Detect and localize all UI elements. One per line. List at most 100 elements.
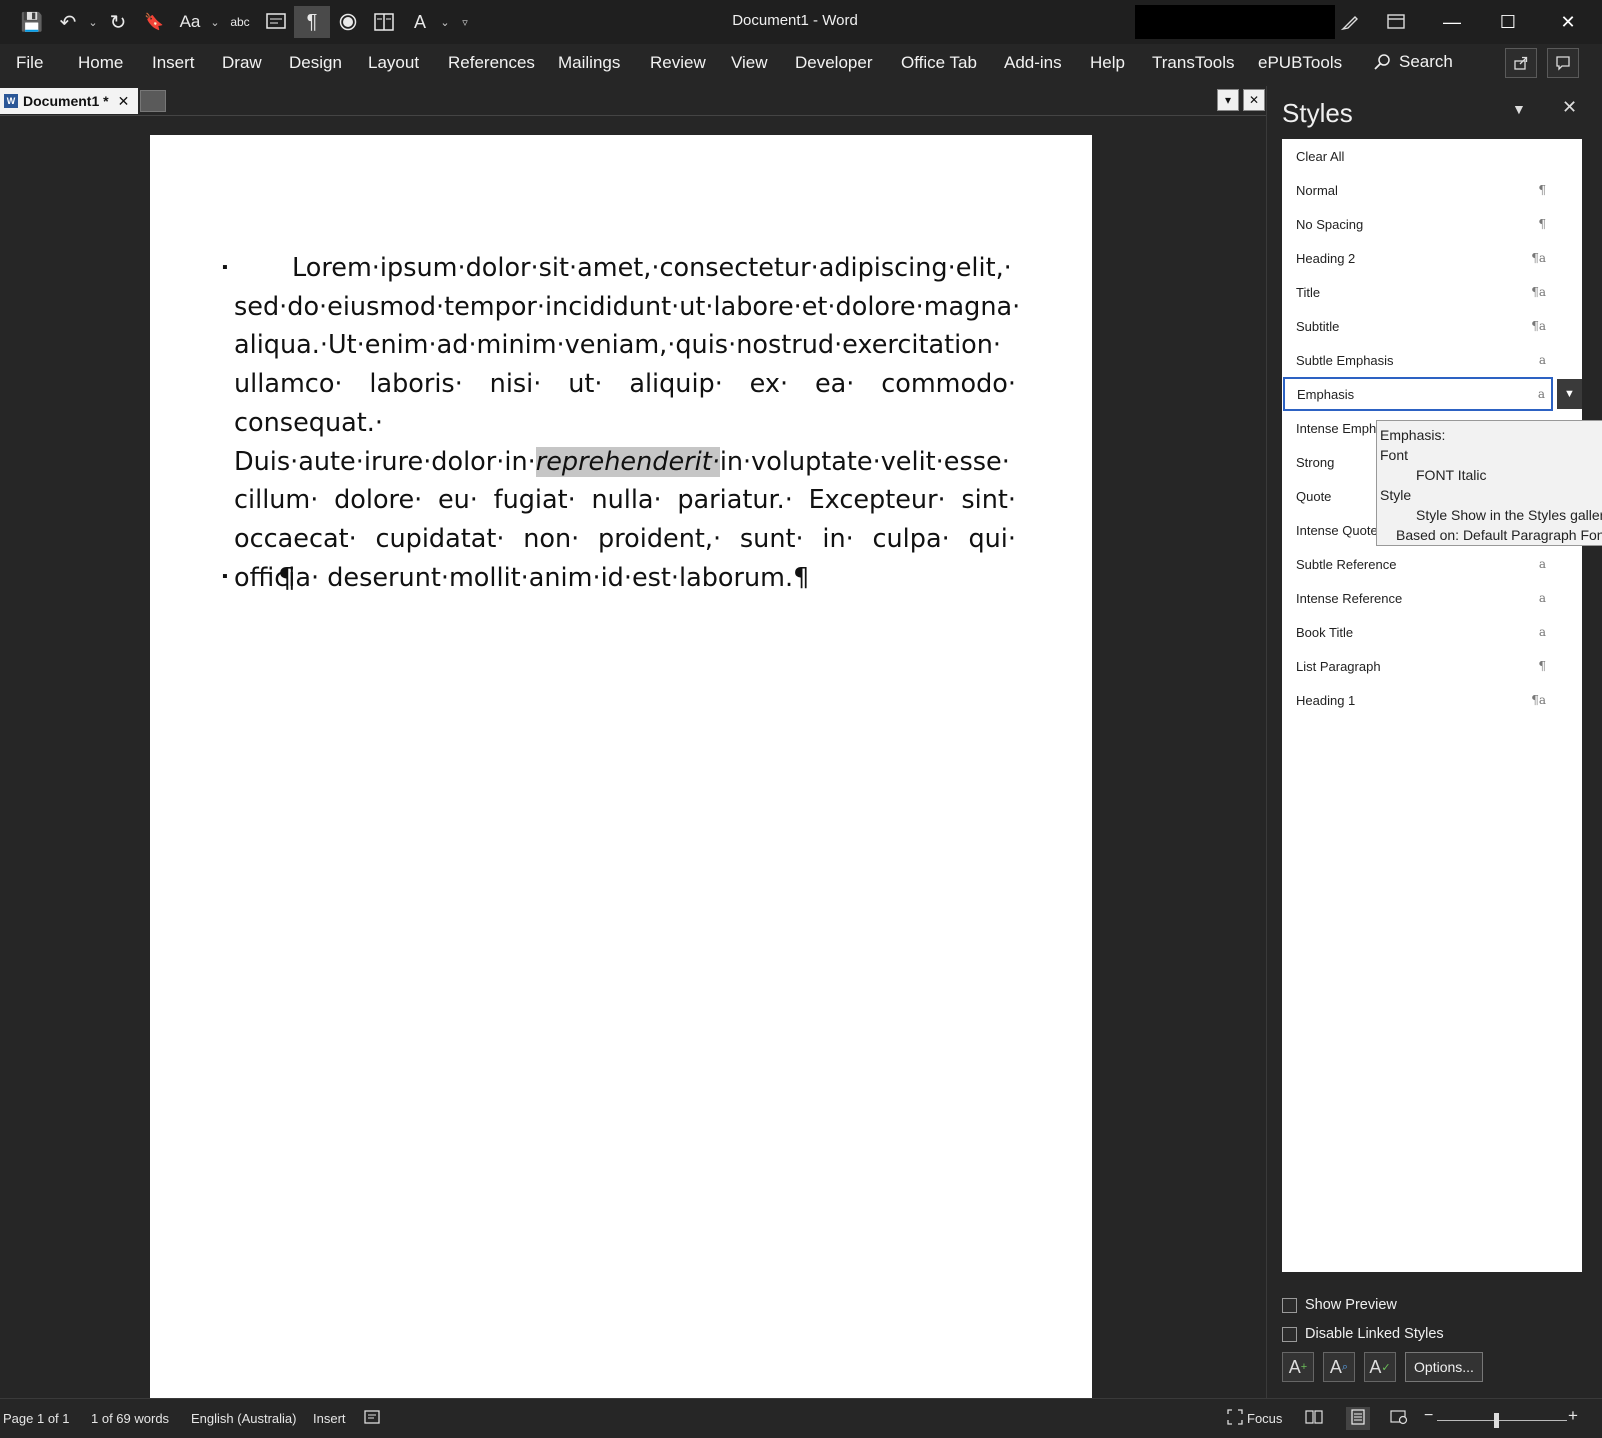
redo-icon[interactable]: ↻ <box>100 6 136 38</box>
spelling-icon[interactable]: abc <box>222 6 258 38</box>
body-paragraph[interactable]: Lorem·ipsum·dolor·sit·amet,·consectetur·… <box>234 249 1020 597</box>
show-formatting-marks-icon[interactable]: ¶ <box>294 6 330 38</box>
style-item-list-paragraph[interactable]: List Paragraph ¶ <box>1282 649 1582 683</box>
zoom-out-icon[interactable]: − <box>1424 1407 1433 1425</box>
tab-file[interactable]: File <box>16 53 43 73</box>
macro-recording-icon[interactable] <box>364 1409 380 1428</box>
checkbox-box[interactable] <box>1282 1297 1297 1313</box>
tab-review[interactable]: Review <box>650 53 706 73</box>
pane-options-dropdown-icon[interactable]: ▼ <box>1512 101 1526 117</box>
style-item-book-title[interactable]: Book Title a <box>1282 615 1582 649</box>
tab-references[interactable]: References <box>448 53 535 73</box>
change-case-button[interactable]: Aa <box>172 6 208 38</box>
insert-mode-indicator[interactable]: Insert <box>313 1411 346 1426</box>
document-tab-label: Document1 * <box>23 93 109 109</box>
tab-list-dropdown-icon[interactable]: ▾ <box>1217 89 1239 111</box>
tab-layout[interactable]: Layout <box>368 53 419 73</box>
tab-document1[interactable]: W Document1 * ✕ <box>0 88 138 114</box>
bookmark-icon[interactable]: 🔖 <box>136 6 172 38</box>
word-count[interactable]: 1 of 69 words <box>91 1411 169 1426</box>
share-icon[interactable] <box>1505 48 1537 78</box>
style-inspector-icon[interactable]: A ⌕ <box>1323 1352 1355 1382</box>
change-case-dropdown-icon[interactable]: ⌄ <box>208 6 222 38</box>
style-item-heading-2[interactable]: Heading 2 ¶a <box>1282 241 1582 275</box>
tab-design[interactable]: Design <box>289 53 342 73</box>
paragraph-mark-bullet: ▪ <box>222 259 228 276</box>
undo-dropdown-icon[interactable]: ⌄ <box>86 6 100 38</box>
style-item-title[interactable]: Title ¶a <box>1282 275 1582 309</box>
style-item-intense-reference[interactable]: Intense Reference a <box>1282 581 1582 615</box>
window-title: Document1 - Word <box>732 12 858 29</box>
style-item-heading-1[interactable]: Heading 1 ¶a <box>1282 683 1582 717</box>
document-tab-strip: W Document1 * ✕ ▾ ✕ <box>0 86 1266 116</box>
zoom-slider-track[interactable] <box>1437 1420 1567 1421</box>
text-effects-dropdown-icon[interactable]: ⌄ <box>438 6 452 38</box>
search-box[interactable]: Search <box>1373 52 1453 72</box>
tab-home[interactable]: Home <box>78 53 123 73</box>
character-style-icon: a <box>1538 557 1546 571</box>
style-item-subtle-reference[interactable]: Subtle Reference a <box>1282 547 1582 581</box>
style-item-clear-all[interactable]: Clear All <box>1282 139 1582 173</box>
zoom-slider-thumb[interactable] <box>1494 1413 1499 1428</box>
web-layout-icon[interactable] <box>1390 1409 1408 1428</box>
columns-icon[interactable] <box>366 6 402 38</box>
tab-epubtools[interactable]: ePUBTools <box>1258 53 1342 73</box>
tooltip-style-name: Emphasis: <box>1380 427 1446 443</box>
linked-style-icon: ¶a <box>1531 693 1546 707</box>
tab-office-tab[interactable]: Office Tab <box>901 53 977 73</box>
new-tab-button[interactable] <box>140 90 166 112</box>
save-icon[interactable]: 💾 <box>14 6 50 38</box>
selected-text[interactable]: reprehenderit· <box>535 446 720 477</box>
focus-icon[interactable] <box>1227 1409 1243 1428</box>
style-label: Intense Quote <box>1296 522 1378 538</box>
language-indicator[interactable]: English (Australia) <box>191 1411 297 1426</box>
zoom-in-icon[interactable]: + <box>1568 1406 1578 1426</box>
checkbox-box[interactable] <box>1282 1326 1297 1342</box>
style-item-subtle-emphasis[interactable]: Subtle Emphasis a <box>1282 343 1582 377</box>
paragraph-style-icon: ¶ <box>1538 217 1546 231</box>
new-style-icon[interactable]: A + <box>1282 1352 1314 1382</box>
form-icon[interactable] <box>258 6 294 38</box>
manage-styles-icon[interactable]: A ✓ <box>1364 1352 1396 1382</box>
tab-mailings[interactable]: Mailings <box>558 53 620 73</box>
tab-draw[interactable]: Draw <box>222 53 262 73</box>
style-label: Title <box>1296 284 1321 300</box>
style-item-subtitle[interactable]: Subtitle ¶a <box>1282 309 1582 343</box>
style-item-normal[interactable]: Normal ¶ <box>1282 173 1582 207</box>
close-pane-icon[interactable]: ✕ <box>1562 97 1577 118</box>
read-mode-icon[interactable] <box>1305 1409 1323 1428</box>
maximize-button[interactable]: ☐ <box>1480 0 1536 44</box>
document-page[interactable]: ▪ Lorem·ipsum·dolor·sit·amet,·consectetu… <box>150 135 1092 1398</box>
record-icon[interactable] <box>330 6 366 38</box>
style-item-dropdown-icon[interactable]: ▼ <box>1557 379 1582 409</box>
show-preview-checkbox[interactable]: Show Preview <box>1282 1297 1397 1313</box>
print-layout-icon[interactable] <box>1346 1407 1370 1430</box>
character-style-icon: a <box>1538 591 1546 605</box>
minimize-button[interactable]: — <box>1424 0 1480 44</box>
tab-transtools[interactable]: TransTools <box>1152 53 1235 73</box>
style-item-emphasis[interactable]: Emphasis a <box>1283 377 1553 411</box>
ribbon-display-icon[interactable] <box>1368 0 1424 44</box>
tab-add-ins[interactable]: Add-ins <box>1004 53 1062 73</box>
text-effects-icon[interactable]: A <box>402 6 438 38</box>
focus-label[interactable]: Focus <box>1247 1411 1282 1426</box>
style-label: Quote <box>1296 488 1332 504</box>
tab-insert[interactable]: Insert <box>152 53 195 73</box>
style-item-no-spacing[interactable]: No Spacing ¶ <box>1282 207 1582 241</box>
tab-help[interactable]: Help <box>1090 53 1125 73</box>
style-label: Heading 2 <box>1296 250 1356 266</box>
customize-qat-icon[interactable]: ▿ <box>452 6 478 38</box>
undo-icon[interactable]: ↶ <box>50 6 86 38</box>
options-button[interactable]: Options... <box>1405 1352 1483 1382</box>
disable-linked-styles-checkbox[interactable]: Disable Linked Styles <box>1282 1326 1444 1342</box>
styles-pane-title: Styles <box>1282 98 1353 128</box>
close-window-button[interactable]: ✕ <box>1540 0 1596 44</box>
page-count[interactable]: Page 1 of 1 <box>3 1411 70 1426</box>
tab-developer[interactable]: Developer <box>795 53 873 73</box>
comments-icon[interactable] <box>1547 48 1579 78</box>
empty-paragraph-mark[interactable]: ¶ <box>278 561 296 594</box>
close-tab-icon[interactable]: ✕ <box>118 93 130 110</box>
tab-view[interactable]: View <box>731 53 768 73</box>
search-icon <box>1374 54 1390 70</box>
close-document-icon[interactable]: ✕ <box>1243 89 1265 111</box>
